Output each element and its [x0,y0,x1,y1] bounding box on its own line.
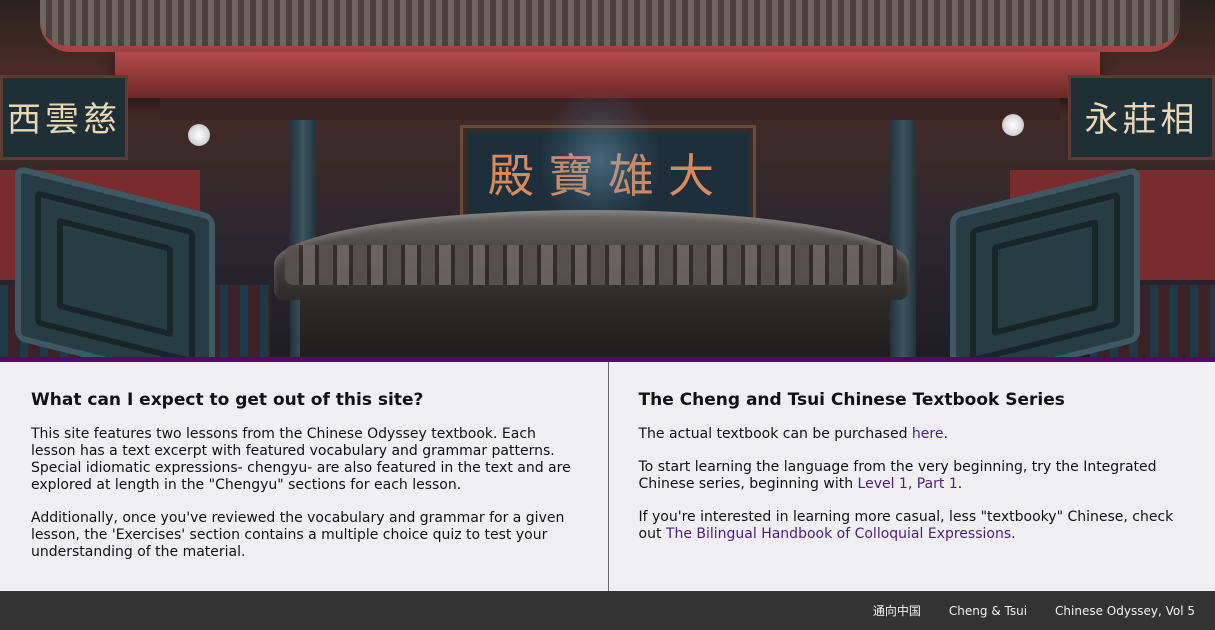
hero-image: 西雲慈 永莊相 殿寶雄大 [0,0,1215,357]
panel-paragraph: Additionally, once you've reviewed the v… [31,510,565,560]
panel-paragraph: This site features two lessons from the … [31,426,571,493]
footer-link-gateway-china[interactable]: 通向中国 [873,602,921,619]
purchase-here-link[interactable]: here [912,426,944,442]
site-expectations-panel: What can I expect to get out of this sit… [0,362,609,591]
site-footer: 通向中国 Cheng & Tsui Chinese Odyssey, Vol 5 [0,591,1215,630]
colloquial-handbook-link[interactable]: The Bilingual Handbook of Colloquial Exp… [666,526,1011,542]
panel-heading: The Cheng and Tsui Chinese Textbook Seri… [638,390,1065,410]
left-sign: 西雲慈 [0,75,128,160]
incense-smoke [540,90,660,230]
panel-paragraph: The actual textbook can be purchased her… [638,426,948,442]
lantern-icon [1002,114,1024,136]
footer-link-cheng-tsui[interactable]: Cheng & Tsui [949,604,1027,618]
panel-paragraph: If you're interested in learning more ca… [638,509,1174,542]
right-sign: 永莊相 [1068,75,1215,160]
level-1-part-1-link[interactable]: Level 1, Part 1 [858,476,958,492]
textbook-series-panel: The Cheng and Tsui Chinese Textbook Seri… [609,362,1215,591]
panel-heading: What can I expect to get out of this sit… [31,390,424,410]
footer-link-chinese-odyssey[interactable]: Chinese Odyssey, Vol 5 [1055,604,1195,618]
info-panels: What can I expect to get out of this sit… [0,362,1215,591]
temple-roof [40,0,1180,52]
lantern-icon [188,124,210,146]
cauldron-handle-right [950,166,1140,357]
panel-paragraph: To start learning the language from the … [638,459,1157,492]
